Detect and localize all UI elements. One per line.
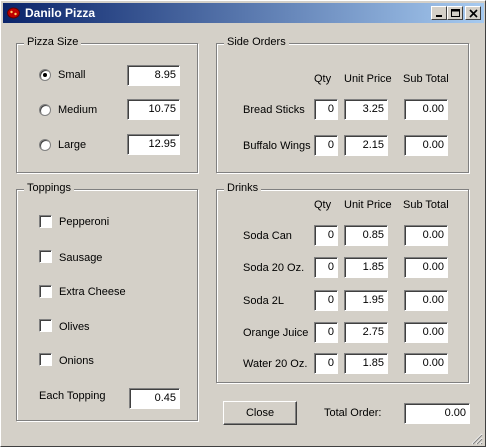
label-bread-sticks: Bread Sticks [243,104,305,116]
pizza-icon [7,7,20,19]
radio-large[interactable] [39,139,51,151]
side-header-unit-price: Unit Price [344,73,392,85]
minimize-icon [436,15,442,17]
label-sausage: Sausage [59,252,103,264]
price-water-20oz-field[interactable]: 1.85 [344,353,388,374]
label-olives: Olives [59,321,90,333]
radio-selected-dot [43,73,47,77]
subtotal-soda-20oz-field[interactable]: 0.00 [404,257,448,278]
subtotal-soda-2l-field[interactable]: 0.00 [404,290,448,311]
subtotal-soda-can-field[interactable]: 0.00 [404,225,448,246]
label-pepperoni: Pepperoni [59,216,110,228]
label-large: Large [58,139,87,151]
price-small-field[interactable]: 8.95 [127,65,180,86]
title-bar[interactable]: Danilo Pizza [3,3,484,23]
qty-bread-sticks-field[interactable]: 0 [314,99,338,120]
price-soda-can-field[interactable]: 0.85 [344,225,388,246]
qty-soda-2l-field[interactable]: 0 [314,290,338,311]
radio-small[interactable] [39,69,51,81]
checkbox-pepperoni[interactable] [39,215,52,228]
close-icon [469,9,478,18]
label-soda-2l: Soda 2L [243,295,284,307]
subtotal-bread-sticks-field[interactable]: 0.00 [404,99,448,120]
maximize-icon [451,9,460,17]
side-header-sub-total: Sub Total [403,73,449,85]
close-button[interactable]: Close [223,401,297,425]
side-header-qty: Qty [314,73,332,85]
label-soda-20oz: Soda 20 Oz. [243,262,305,274]
checkbox-extra-cheese[interactable] [39,285,52,298]
side-orders-legend: Side Orders [224,36,289,48]
each-topping-price-field[interactable]: 0.45 [129,388,180,409]
app-window: Danilo Pizza Pizza Size Small 8.95 Mediu… [0,0,486,447]
price-buffalo-wings-field[interactable]: 2.15 [344,135,388,156]
close-window-button[interactable] [465,6,481,20]
drinks-header-unit-price: Unit Price [344,199,392,211]
minimize-button[interactable] [431,6,447,20]
price-large-field[interactable]: 12.95 [127,134,180,155]
pizza-size-legend: Pizza Size [24,36,82,48]
drinks-legend: Drinks [224,182,262,194]
toppings-legend: Toppings [24,182,75,194]
window-title: Danilo Pizza [25,6,96,20]
qty-water-20oz-field[interactable]: 0 [314,353,338,374]
label-onions: Onions [59,355,94,367]
label-soda-can: Soda Can [243,230,292,242]
each-topping-label: Each Topping [39,390,106,402]
subtotal-water-20oz-field[interactable]: 0.00 [404,353,448,374]
price-soda-20oz-field[interactable]: 1.85 [344,257,388,278]
drinks-header-qty: Qty [314,199,332,211]
price-orange-juice-field[interactable]: 2.75 [344,322,388,343]
maximize-button[interactable] [447,6,463,20]
checkbox-onions[interactable] [39,353,52,366]
resize-grip-icon[interactable] [469,431,483,445]
radio-medium[interactable] [39,104,51,116]
label-buffalo-wings: Buffalo Wings [243,140,311,152]
label-water-20oz: Water 20 Oz. [243,358,308,370]
label-orange-juice: Orange Juice [243,327,309,339]
price-soda-2l-field[interactable]: 1.95 [344,290,388,311]
label-small: Small [58,69,86,81]
price-medium-field[interactable]: 10.75 [127,99,180,120]
subtotal-orange-juice-field[interactable]: 0.00 [404,322,448,343]
qty-buffalo-wings-field[interactable]: 0 [314,135,338,156]
qty-soda-20oz-field[interactable]: 0 [314,257,338,278]
checkbox-sausage[interactable] [39,250,52,263]
total-order-label: Total Order: [324,407,382,419]
checkbox-olives[interactable] [39,319,52,332]
label-extra-cheese: Extra Cheese [59,286,126,298]
label-medium: Medium [58,104,98,116]
price-bread-sticks-field[interactable]: 3.25 [344,99,388,120]
subtotal-buffalo-wings-field[interactable]: 0.00 [404,135,448,156]
drinks-header-sub-total: Sub Total [403,199,449,211]
qty-soda-can-field[interactable]: 0 [314,225,338,246]
total-order-field[interactable]: 0.00 [404,403,470,424]
qty-orange-juice-field[interactable]: 0 [314,322,338,343]
